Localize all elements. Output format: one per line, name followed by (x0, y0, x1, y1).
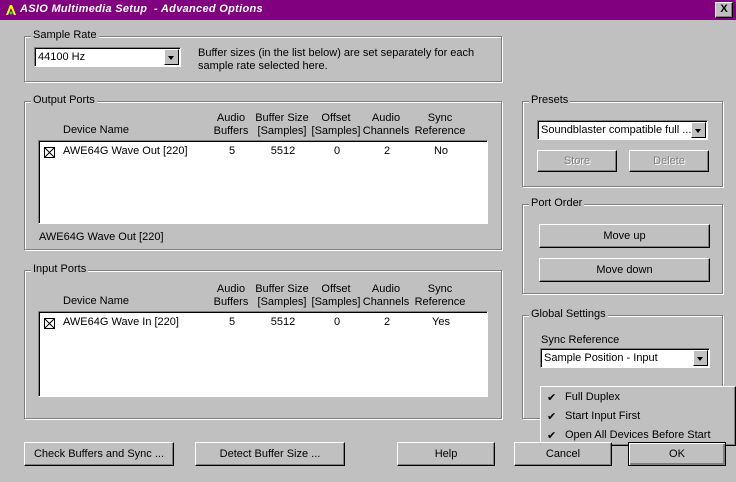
output-port-buffer-size: 5512 (270, 145, 296, 157)
input-ports-legend: Input Ports (31, 263, 89, 275)
sample-rate-select[interactable]: 44100 Hz (34, 47, 181, 67)
input-port-buffers: 5 (228, 316, 236, 328)
check-icon: ✔ (547, 411, 557, 423)
input-port-channels: 2 (383, 316, 391, 328)
output-ports-list[interactable]: AWE64G Wave Out [220] 5 5512 0 2 No (38, 140, 488, 224)
input-port-checkbox[interactable] (44, 318, 55, 329)
input-col-buffer-size: Buffer Size [Samples] (255, 283, 309, 308)
check-icon: ✔ (547, 392, 557, 404)
sync-reference-value: Sample Position - Input (544, 352, 658, 364)
input-col-sync-reference: Sync Reference (414, 283, 466, 308)
menu-item-start-input-first[interactable]: ✔ Start Input First (547, 408, 733, 426)
options-popup-menu: ✔ Full Duplex ✔ Start Input First ✔ Open… (540, 386, 736, 446)
output-col-audio-buffers: Audio Buffers (213, 112, 249, 137)
output-port-status: AWE64G Wave Out [220] (39, 231, 164, 243)
check-buffers-button[interactable]: Check Buffers and Sync ... (24, 442, 174, 466)
close-button[interactable]: X (715, 2, 733, 18)
output-port-checkbox[interactable] (44, 147, 55, 158)
sample-rate-note-line2: sample rate selected here. (198, 60, 328, 72)
output-port-name: AWE64G Wave Out [220] (63, 145, 188, 157)
store-button[interactable]: Store (537, 150, 617, 172)
detect-buffer-size-button[interactable]: Detect Buffer Size ... (195, 442, 345, 466)
sample-rate-value: 44100 Hz (38, 51, 86, 63)
checkbox-x-icon (45, 319, 54, 328)
input-port-name: AWE64G Wave In [220] (63, 316, 179, 328)
presets-select[interactable]: Soundblaster compatible full ... (537, 120, 708, 140)
close-icon: X (720, 3, 728, 15)
input-col-offset: Offset [Samples] (311, 283, 361, 308)
advanced-options-window: ASIO Multimedia Setup - Advanced Options… (0, 0, 736, 482)
title-bar[interactable]: ASIO Multimedia Setup - Advanced Options… (0, 0, 736, 20)
table-row[interactable]: AWE64G Wave In [220] 5 5512 0 2 Yes (39, 316, 485, 330)
input-port-buffer-size: 5512 (270, 316, 296, 328)
ok-button[interactable]: OK (628, 442, 726, 466)
input-col-device-name: Device Name (63, 295, 130, 307)
input-col-audio-buffers: Audio Buffers (213, 283, 249, 308)
output-col-buffer-size: Buffer Size [Samples] (255, 112, 309, 137)
check-icon: ✔ (547, 430, 557, 442)
checkbox-x-icon (45, 148, 54, 157)
input-port-offset: 0 (333, 316, 341, 328)
input-ports-list[interactable]: AWE64G Wave In [220] 5 5512 0 2 Yes (38, 311, 488, 397)
window-title: ASIO Multimedia Setup - Advanced Options (20, 3, 263, 15)
input-port-sync: Yes (432, 316, 450, 328)
output-port-sync: No (433, 145, 449, 157)
chevron-down-icon[interactable] (164, 49, 179, 65)
output-port-offset: 0 (333, 145, 341, 157)
output-col-device-name: Device Name (63, 124, 130, 136)
delete-button[interactable]: Delete (629, 150, 709, 172)
output-port-buffers: 5 (228, 145, 236, 157)
move-down-button[interactable]: Move down (539, 258, 710, 282)
cancel-button[interactable]: Cancel (514, 442, 612, 466)
sync-reference-select[interactable]: Sample Position - Input (540, 348, 710, 368)
global-settings-legend: Global Settings (529, 308, 608, 320)
output-port-channels: 2 (383, 145, 391, 157)
chevron-down-icon[interactable] (693, 350, 708, 366)
input-col-audio-channels: Audio Channels (362, 283, 410, 308)
port-order-legend: Port Order (529, 197, 585, 209)
help-button[interactable]: Help (397, 442, 495, 466)
sample-rate-legend: Sample Rate (31, 29, 99, 41)
output-col-sync-reference: Sync Reference (414, 112, 466, 137)
move-up-button[interactable]: Move up (539, 224, 710, 248)
sync-reference-label: Sync Reference (541, 334, 620, 346)
menu-item-full-duplex[interactable]: ✔ Full Duplex (547, 389, 733, 407)
chevron-down-icon[interactable] (691, 122, 706, 138)
sample-rate-note-line1: Buffer sizes (in the list below) are set… (198, 47, 475, 59)
output-col-audio-channels: Audio Channels (362, 112, 410, 137)
output-ports-legend: Output Ports (31, 94, 97, 106)
output-col-offset: Offset [Samples] (311, 112, 361, 137)
presets-legend: Presets (529, 94, 571, 106)
table-row[interactable]: AWE64G Wave Out [220] 5 5512 0 2 No (39, 145, 485, 159)
presets-group: Presets (522, 94, 723, 187)
presets-value: Soundblaster compatible full ... (541, 124, 691, 136)
app-icon (3, 2, 19, 18)
